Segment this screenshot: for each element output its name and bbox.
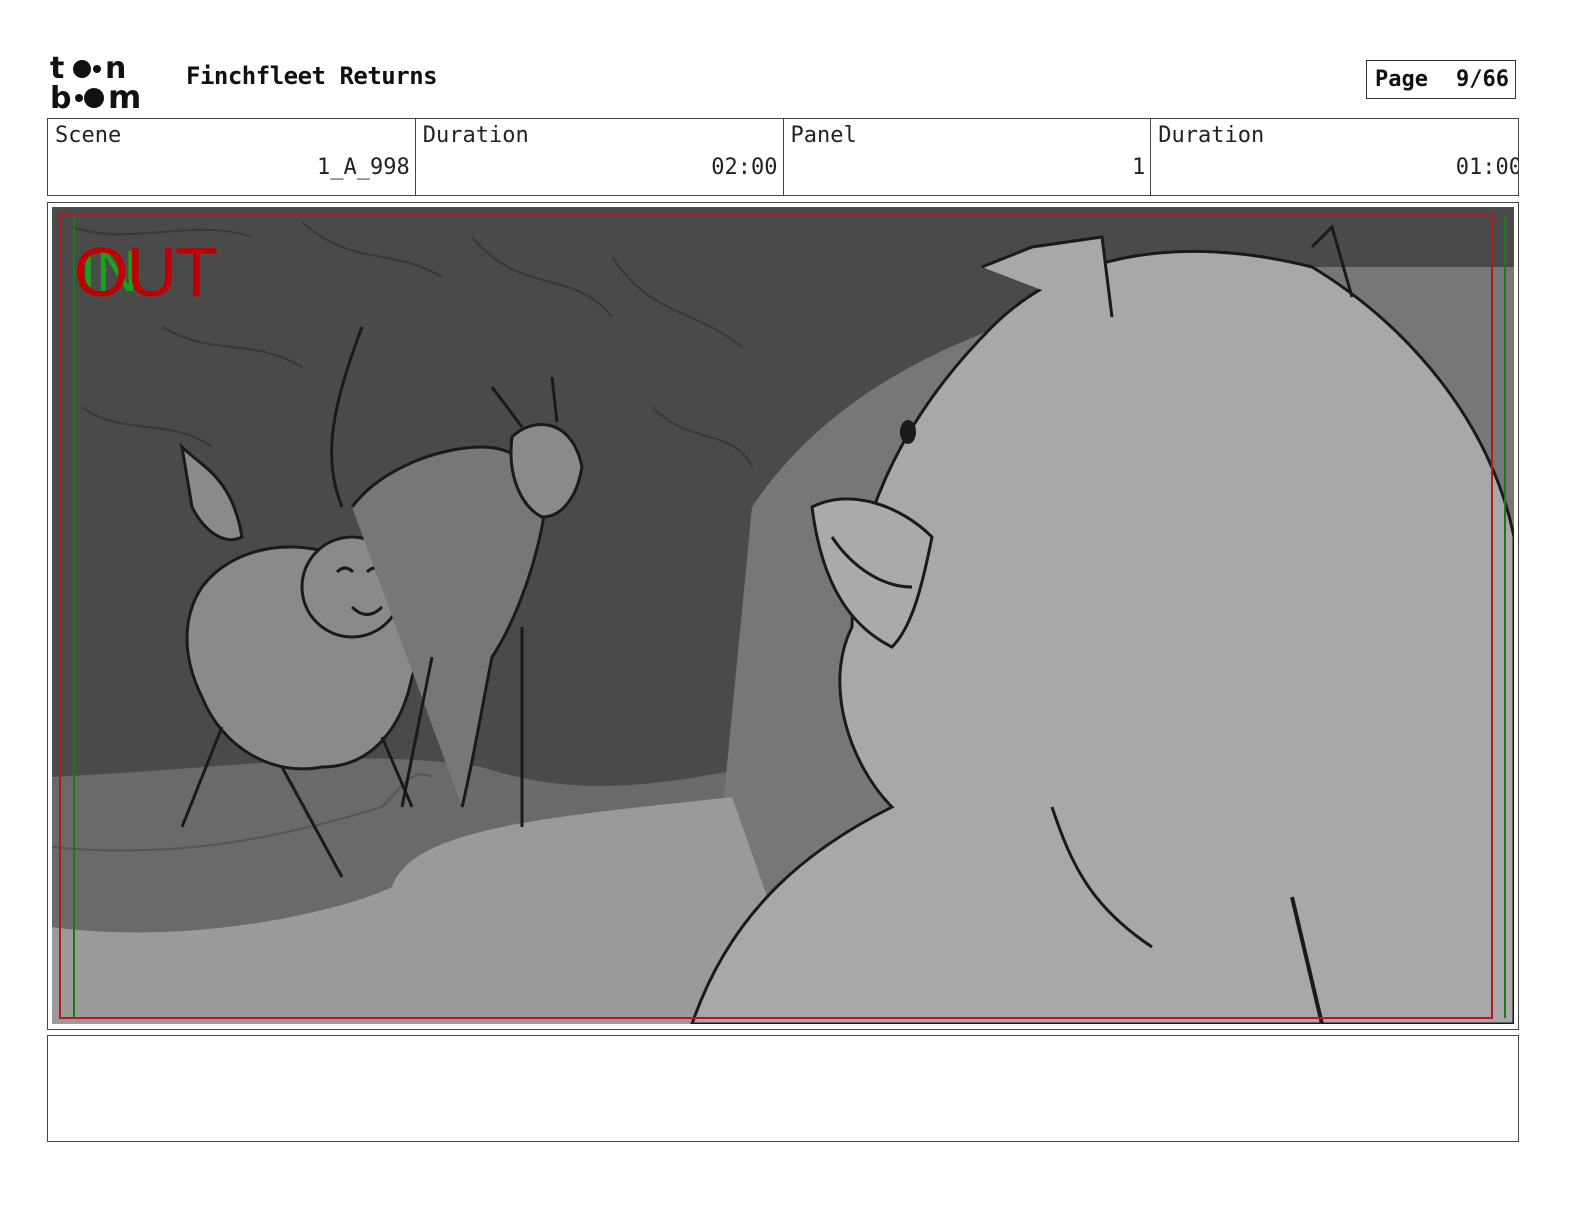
out-marker-label: OUT — [74, 233, 218, 311]
panel-notes-area[interactable] — [47, 1035, 1519, 1142]
scene-duration-label: Duration — [422, 123, 529, 148]
svg-text:m: m — [108, 78, 141, 112]
panel-cell: Panel 1 — [784, 119, 1152, 195]
panel-value: 1 — [1132, 155, 1146, 180]
toon-boom-logo: t n b m — [50, 51, 165, 116]
page-value: 9/66 — [1456, 67, 1509, 92]
panel-duration-cell: Duration 01:00 — [1151, 119, 1518, 195]
svg-text:b: b — [50, 81, 71, 112]
panel-duration-label: Duration — [1158, 123, 1265, 148]
scene-duration-cell: Duration 02:00 — [416, 119, 784, 195]
scene-info-row: Scene 1_A_998 Duration 02:00 Panel 1 Dur… — [47, 118, 1519, 196]
document-title: Finchfleet Returns — [186, 62, 438, 90]
scene-duration-value: 02:00 — [711, 155, 778, 180]
scene-cell: Scene 1_A_998 — [48, 119, 416, 195]
scene-label: Scene — [55, 123, 122, 148]
page-indicator: Page 9/66 — [1366, 60, 1516, 99]
scene-value: 1_A_998 — [317, 155, 410, 180]
storyboard-panel-image — [52, 207, 1514, 1024]
page-label: Page — [1375, 67, 1428, 92]
panel-label: Panel — [790, 123, 857, 148]
panel-duration-value: 01:00 — [1455, 155, 1518, 180]
